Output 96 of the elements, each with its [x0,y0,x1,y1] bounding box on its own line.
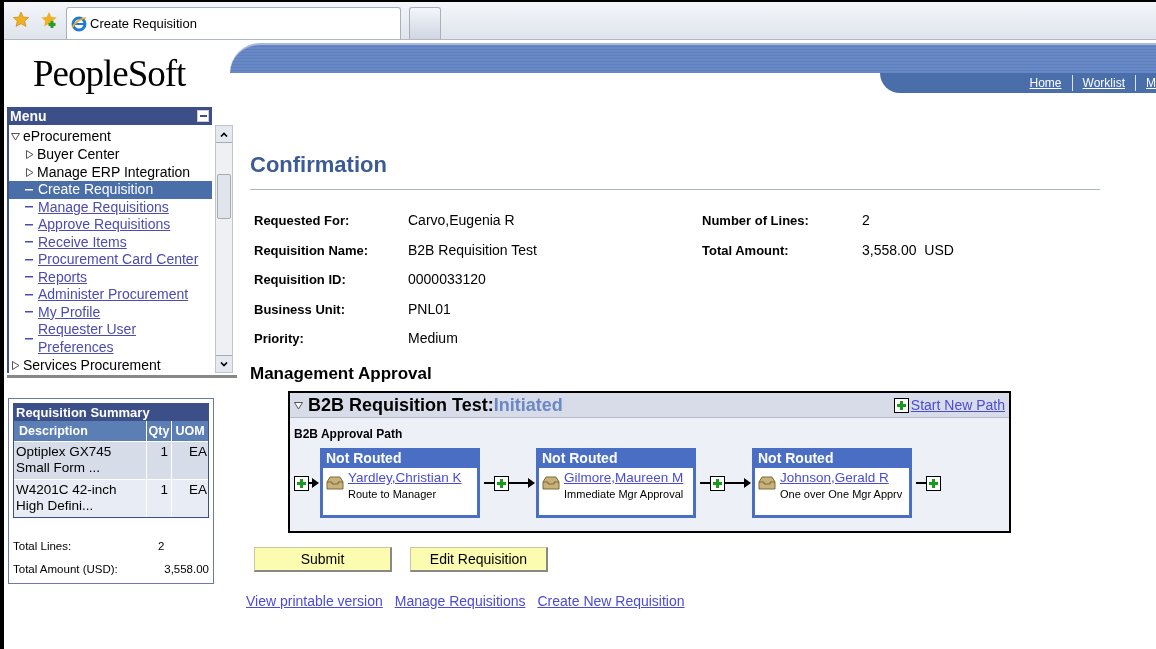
path-name: B2B Approval Path [293,426,404,443]
menu-item[interactable]: Reports [9,268,212,286]
expanded-triangle-icon[interactable] [294,400,303,410]
approver-role: Route to Manager [348,487,438,502]
field-value: PNL01 [408,299,451,319]
scroll-thumb[interactable] [217,173,231,219]
total-label: Total Lines: [13,538,73,554]
approver-link[interactable]: Yardley,Christian K [348,470,462,486]
start-new-path-link[interactable]: Start New Path [910,394,1005,416]
page-title: Confirmation [250,154,388,176]
field-value: 2 [862,211,870,231]
page-link[interactable]: Create New Requisition [537,591,685,612]
inbox-icon [758,476,776,490]
step-status: Not Routed [541,449,619,468]
table-cell: 1 [146,480,171,517]
table-cell: EA [171,480,208,517]
table-cell-text: W4201C 42-inch High Defini... [15,481,118,515]
menu-item[interactable]: Create Requisition [9,181,212,199]
edit-requisition-button[interactable]: Edit Requisition [410,547,548,572]
dash-icon [25,258,33,261]
field-value: Medium [408,329,458,349]
add-icon[interactable] [926,475,941,491]
browser-tab[interactable]: Create Requisition [66,7,401,39]
total-label: Total Amount (USD): [13,561,119,577]
dash-icon [25,311,33,314]
collapsed-triangle-icon[interactable] [11,360,20,370]
submit-button[interactable]: Submit [254,547,392,572]
browser-logo-icon [71,15,87,32]
connector-line [916,481,926,485]
menu-folder[interactable]: Services Procurement [23,354,161,373]
field-value: Carvo,Eugenia R [408,211,515,231]
dash-icon [25,188,33,191]
chevron-down-icon [220,361,228,367]
total-value: 3,558.00 [164,561,209,577]
dash-icon [25,241,33,244]
add-favorite-icon[interactable] [40,10,58,29]
field-value: 3,558.00 USD [862,240,954,260]
scroll-up-button[interactable] [216,126,232,143]
collapse-button[interactable] [197,110,209,122]
menu-item[interactable]: Procurement Card Center [9,251,212,269]
dash-icon [25,293,33,296]
scrollbar[interactable] [215,125,233,373]
page-link[interactable]: View printable version [246,591,383,612]
arrow-icon [309,478,319,488]
arrow-icon [725,478,751,488]
table-cell-text: Optiplex GX745 Small Form ... [15,443,113,477]
menu-item[interactable]: Manage Requisitions [9,198,212,216]
connector-line [700,481,710,485]
approver-link[interactable]: Gilmore,Maureen M [564,470,684,486]
dash-icon [25,206,33,209]
step-status: Not Routed [757,449,835,468]
nav-link[interactable]: M [1146,74,1156,92]
logo: PeopleSoft [33,54,186,92]
nav-link[interactable]: Home [1029,74,1062,92]
add-icon[interactable] [710,475,725,491]
approver-role: Immediate Mgr Approval [564,487,684,502]
field-label: Priority: [254,330,305,348]
field-label: Requisition Name: [254,241,370,260]
menu-item[interactable]: Approve Requisitions [9,216,212,234]
add-icon[interactable] [494,475,509,491]
dash-icon [25,276,33,279]
menu-item[interactable]: Requester User Preferences [9,321,212,356]
chevron-up-icon [220,131,228,137]
approver-link[interactable]: Johnson,Gerald R [780,470,903,486]
connector-line [484,481,494,485]
step-status: Not Routed [325,449,403,468]
menu-item[interactable]: My Profile [9,303,212,321]
dash-icon [25,337,33,340]
nav-link[interactable]: Worklist [1082,74,1125,92]
field-label: Business Unit: [254,300,346,319]
tab-title: Create Requisition [90,14,197,33]
star-icon[interactable] [12,10,30,29]
column-header: Description [18,423,89,440]
total-value: 2 [158,538,165,554]
field-value: B2B Requisition Test [408,240,537,260]
menu-item[interactable]: Administer Procurement [9,286,212,304]
field-value: 0000033120 [408,270,486,290]
summary-title: Requisition Summary [14,404,208,421]
page-link[interactable]: Manage Requisitions [394,591,526,612]
arrow-icon [509,478,535,488]
scroll-down-button[interactable] [216,355,232,372]
expanded-triangle-icon[interactable] [11,131,20,141]
add-icon[interactable] [893,397,909,413]
inbox-icon [326,476,344,490]
field-label: Requested For: [254,212,351,230]
menu-title: Menu [10,106,47,126]
section-heading: Management Approval [250,362,433,385]
inbox-icon [542,476,560,490]
dash-icon [25,223,33,226]
approver-role: One over One Mgr Apprv [780,487,903,502]
field-label: Total Amount: [702,241,790,260]
field-label: Number of Lines: [702,212,810,230]
add-icon[interactable] [294,475,309,491]
approval-title: B2B Requisition Test:Initiated [308,393,563,417]
field-label: Requisition ID: [254,271,347,289]
menu-item[interactable]: Receive Items [9,233,212,251]
